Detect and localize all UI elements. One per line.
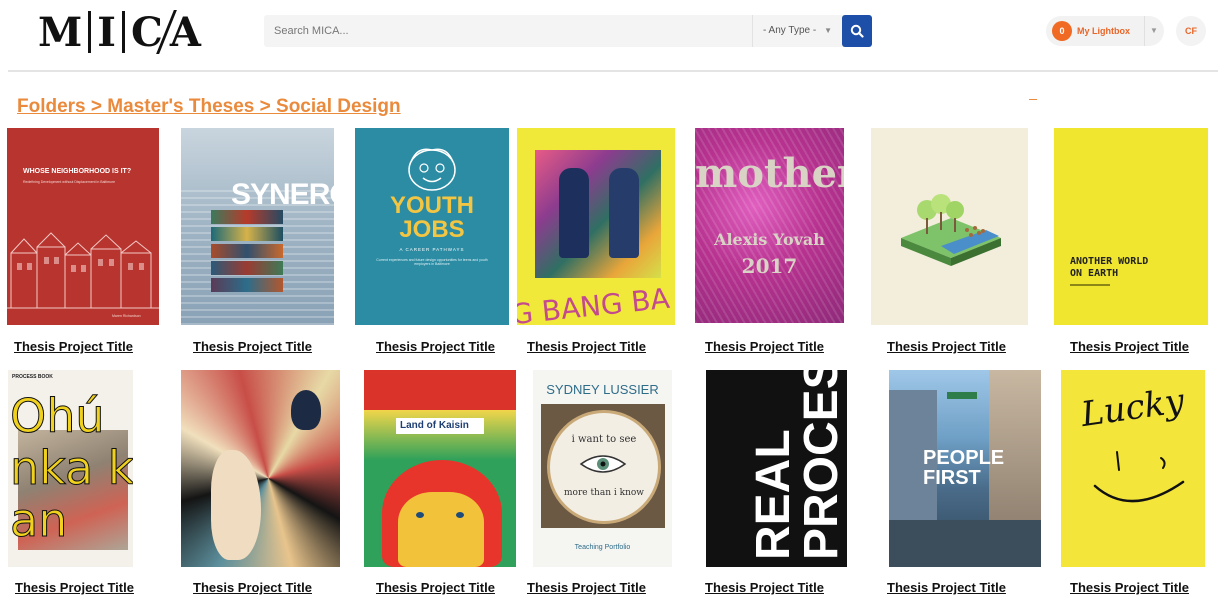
face-illustration — [408, 148, 456, 191]
logo-divider — [88, 11, 92, 53]
thesis-title-link[interactable]: Thesis Project Title — [376, 580, 495, 595]
thesis-cover[interactable]: mother Alexis Yovah 2017 — [695, 128, 844, 323]
face-shape — [398, 492, 484, 567]
thesis-cover[interactable]: WHOSE NEIGHBORHOOD IS IT? Redefining Dev… — [7, 128, 159, 325]
search-icon — [850, 24, 864, 38]
cover-rule — [1070, 284, 1110, 286]
cover-title: SYNERGY — [231, 178, 334, 211]
cover-title-line1: ANOTHER WORLD — [1070, 256, 1149, 267]
user-avatar[interactable]: CF — [1176, 16, 1206, 46]
collage-strip — [211, 227, 283, 241]
cover-author: Alexis Yovah — [714, 230, 825, 249]
thesis-cover[interactable]: YOUTH JOBS A CAREER PATHWAYS Current exp… — [355, 128, 509, 325]
cover-title: Lucky — [1078, 381, 1187, 435]
thesis-cover[interactable]: REAL PROCESS. — [706, 370, 847, 567]
eye-shape — [456, 512, 464, 518]
thesis-cover[interactable]: ANOTHER WORLD ON EARTH — [1054, 128, 1208, 325]
thesis-cover[interactable] — [181, 370, 340, 567]
houses-illustration — [7, 232, 159, 309]
eye-shape — [416, 512, 424, 518]
painting-illustration — [535, 150, 661, 278]
type-select[interactable]: - Any Type - ▼ — [752, 15, 840, 47]
decorative-dash — [1029, 99, 1037, 100]
thesis-cover[interactable]: PROCESS BOOK Ohú nka kan — [8, 370, 133, 567]
isometric-garden-illustration — [901, 194, 1001, 266]
thesis-title-link[interactable]: Thesis Project Title — [527, 580, 646, 595]
thesis-title-link[interactable]: Thesis Project Title — [193, 339, 312, 354]
collage-strip — [211, 210, 283, 224]
logo-letter-m: M — [38, 8, 83, 56]
cover-title: mother — [695, 150, 844, 197]
header-divider — [8, 70, 1218, 72]
header: M I C A - Any Type - ▼ 0 My Lightbox ▼ C… — [0, 0, 1219, 70]
thesis-title-link[interactable]: Thesis Project Title — [527, 339, 646, 354]
cover-heading: PROCESS BOOK — [12, 374, 53, 380]
thesis-title-link[interactable]: Thesis Project Title — [1070, 580, 1189, 595]
cover-year: 2017 — [741, 254, 798, 278]
lightbox-button[interactable]: 0 My Lightbox ▼ — [1046, 16, 1164, 46]
thesis-title-link[interactable]: Thesis Project Title — [705, 339, 824, 354]
logo-letter-i: I — [97, 8, 116, 56]
street-sign — [947, 392, 977, 399]
cover-text-line1: PEOPLE — [923, 447, 1005, 469]
collage-strip — [211, 261, 283, 275]
type-select-value: - Any Type - — [763, 25, 817, 36]
cover-text: G BANG BA — [517, 281, 672, 325]
street-shape — [889, 520, 1041, 567]
cover-title-line1: YOUTH — [390, 192, 474, 219]
collage-strip — [211, 244, 283, 258]
cover-text-line2: FIRST — [923, 467, 981, 489]
thesis-cover[interactable]: Lucky — [1061, 370, 1205, 567]
eye-icon — [579, 455, 627, 473]
hoop-text-line2: more than i know — [564, 488, 644, 498]
thesis-cover[interactable] — [871, 128, 1028, 325]
cover-author: Maren Richardson — [112, 314, 141, 318]
chevron-down-icon[interactable]: ▼ — [1144, 16, 1158, 46]
cover-title: WHOSE NEIGHBORHOOD IS IT? — [23, 168, 132, 175]
cover-subtitle: Teaching Portfolio — [574, 544, 631, 551]
hoop-text-line1: i want to see — [571, 434, 637, 445]
thesis-cover[interactable]: SYDNEY LUSSIER i want to see more than i… — [533, 370, 672, 567]
thesis-title-link[interactable]: Thesis Project Title — [705, 580, 824, 595]
lightbox-count-badge: 0 — [1052, 21, 1072, 41]
thesis-title-link[interactable]: Thesis Project Title — [376, 339, 495, 354]
cover-text-line2: PROCESS. — [795, 370, 847, 560]
cover-subtitle: Redefining Development without Displacem… — [23, 180, 116, 184]
smiley-illustration — [1093, 451, 1185, 503]
cover-title-line2: ON EARTH — [1070, 268, 1119, 279]
logo-divider — [122, 11, 125, 53]
thesis-cover[interactable]: G BANG BA — [517, 128, 675, 325]
breadcrumb[interactable]: Folders > Master's Theses > Social Desig… — [17, 96, 401, 118]
cover-subtitle: A CAREER PATHWAYS — [399, 247, 465, 252]
canopy-shape — [364, 370, 516, 410]
figure-shape — [559, 168, 589, 258]
mica-logo[interactable]: M I C A — [38, 8, 201, 56]
figure-shape — [609, 168, 639, 258]
thesis-title-link[interactable]: Thesis Project Title — [887, 580, 1006, 595]
cover-text-line1: REAL — [747, 429, 800, 560]
thesis-title-link[interactable]: Thesis Project Title — [15, 580, 134, 595]
thesis-title-link[interactable]: Thesis Project Title — [193, 580, 312, 595]
cover-text: Ohú nka kan — [10, 389, 134, 547]
lightbox-label: My Lightbox — [1077, 26, 1130, 36]
thesis-cover[interactable]: PEOPLE FIRST — [889, 370, 1041, 567]
figure-shape — [291, 390, 321, 430]
cover-blurb: Current experiences and future design op… — [376, 258, 488, 266]
thesis-cover[interactable]: Land of Kaisin — [364, 370, 516, 567]
search-button[interactable] — [842, 15, 872, 47]
cover-title: Land of Kaisin — [400, 420, 469, 431]
thesis-title-link[interactable]: Thesis Project Title — [887, 339, 1006, 354]
thesis-title-link[interactable]: Thesis Project Title — [14, 339, 133, 354]
search-input[interactable] — [264, 15, 744, 47]
cover-title-line2: JOBS — [399, 216, 465, 243]
thesis-title-link[interactable]: Thesis Project Title — [1070, 339, 1189, 354]
thesis-cover[interactable]: SYNERGY — [181, 128, 334, 325]
cover-author: SYDNEY LUSSIER — [546, 382, 659, 397]
collage-strip — [211, 278, 283, 292]
search-bar: - Any Type - ▼ — [264, 15, 872, 47]
chevron-down-icon: ▼ — [824, 26, 832, 35]
